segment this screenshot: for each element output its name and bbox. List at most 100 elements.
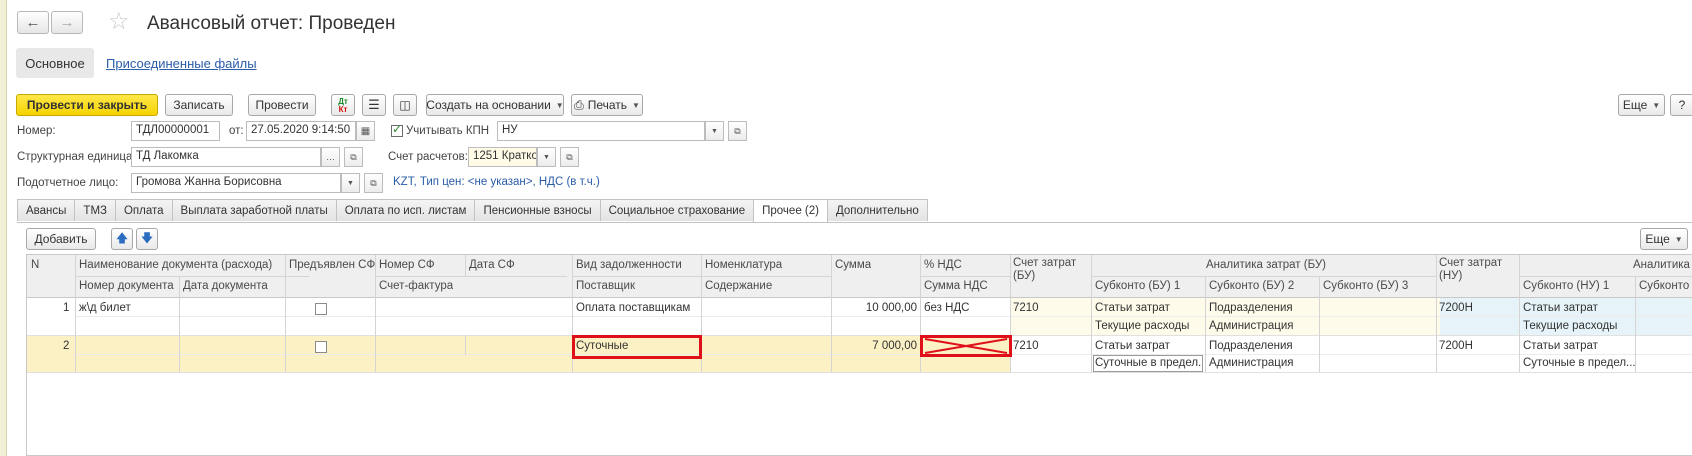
row1-n: 1 — [63, 302, 70, 314]
open-icon: ⧉ — [370, 177, 377, 188]
section-main[interactable]: Основное — [16, 48, 94, 78]
move-up-button[interactable]: 🡅 — [111, 228, 133, 250]
row2-sf-presented-checkbox[interactable] — [315, 341, 327, 353]
col-invoice: Счет-фактура — [379, 280, 454, 292]
col-subkonto-nu2: Субконто — [1639, 280, 1690, 292]
grid-line — [1205, 276, 1206, 372]
number-field[interactable]: ТДЛ00000001 — [131, 121, 220, 141]
section-attached-files-link[interactable]: Присоединенные файлы — [106, 56, 257, 71]
row1-vat-pct[interactable]: без НДС — [924, 302, 969, 314]
caret-down-icon: ▼ — [711, 127, 718, 135]
kpn-dropdown-button[interactable]: ▼ — [705, 121, 724, 141]
favorite-star-icon[interactable]: ☆ — [108, 9, 130, 35]
col-cost-acc-nu-line2: (НУ) — [1439, 270, 1463, 282]
row1-sf-presented-checkbox[interactable] — [315, 303, 327, 315]
page-title: Авансовый отчет: Проведен — [147, 13, 396, 34]
tab-tmz[interactable]: ТМЗ — [74, 199, 116, 221]
row2-sum[interactable]: 7 000,00 — [835, 340, 917, 352]
col-vat-sum: Сумма НДС — [924, 280, 988, 292]
save-button[interactable]: Записать — [165, 94, 233, 116]
grid-line — [1436, 255, 1437, 372]
tab-other[interactable]: Прочее (2) — [753, 199, 828, 222]
kpn-field[interactable]: НУ — [497, 121, 705, 141]
table-more-button[interactable]: Еще ▼ — [1640, 228, 1688, 250]
unit-open-button[interactable]: ⧉ — [344, 147, 363, 167]
tab-pension[interactable]: Пенсионные взносы — [474, 199, 601, 221]
tab-payment[interactable]: Оплата — [114, 199, 173, 221]
row2-subkonto-nu1-value[interactable]: Суточные в предел... — [1523, 357, 1636, 369]
row1-subkonto-bu2-value[interactable]: Администрация — [1209, 320, 1294, 332]
back-button[interactable]: ← — [17, 11, 49, 34]
cross-out-icon — [924, 338, 1008, 354]
person-dropdown-button[interactable]: ▼ — [341, 173, 360, 193]
tab-bar: Авансы ТМЗ Оплата Выплата заработной пла… — [17, 199, 928, 222]
structure-button[interactable]: ◫ — [393, 94, 417, 116]
person-open-button[interactable]: ⧉ — [364, 173, 383, 193]
col-subkonto-nu1: Субконто (НУ) 1 — [1523, 280, 1610, 292]
row1-doc-name[interactable]: ж\д билет — [79, 302, 131, 314]
grid-line — [572, 276, 832, 277]
col-doc-name: Наименование документа (расхода) — [79, 259, 273, 271]
help-button[interactable]: ? — [1670, 94, 1692, 116]
col-content: Содержание — [705, 280, 773, 292]
date-field[interactable]: 27.05.2020 9:14:50 — [246, 121, 356, 141]
grid-line — [465, 335, 466, 355]
list-icon: ☰ — [368, 97, 380, 112]
date-label: от: — [229, 125, 244, 137]
grid-line — [179, 276, 180, 372]
dt-kt-button[interactable]: Дт Кт — [331, 94, 355, 116]
highlight-vat-pct — [920, 335, 1012, 357]
dt-kt-icon: Дт Кт — [338, 96, 348, 114]
grid-line — [375, 255, 376, 372]
print-button[interactable]: ⎙ Печать ▼ — [571, 94, 643, 116]
account-open-button[interactable]: ⧉ — [560, 147, 579, 167]
grid-line — [1319, 276, 1320, 372]
create-based-on-button[interactable]: Создать на основании ▼ — [426, 94, 564, 116]
more-button[interactable]: Еще ▼ — [1618, 94, 1665, 116]
currency-info-link[interactable]: KZT, Тип цен: <не указан>, НДС (в т.ч.) — [393, 176, 600, 188]
tab-additional[interactable]: Дополнительно — [826, 199, 928, 221]
open-icon: ⧉ — [734, 125, 741, 136]
row2-subkonto-bu1-value[interactable]: Суточные в предел... — [1095, 357, 1201, 369]
person-field[interactable]: Громова Жанна Борисовна — [131, 173, 341, 193]
forward-button[interactable]: → — [51, 11, 83, 34]
row1-subkonto-bu1: Статьи затрат — [1095, 302, 1170, 314]
grid-line — [831, 255, 832, 372]
grid-line — [27, 372, 1692, 373]
kpn-open-button[interactable]: ⧉ — [728, 121, 747, 141]
row1-cost-acc-nu[interactable]: 7200Н — [1439, 302, 1473, 314]
unit-select-button[interactable]: … — [321, 147, 340, 167]
row1-debt-type[interactable]: Оплата поставщикам — [576, 302, 690, 314]
tab-social[interactable]: Социальное страхование — [599, 199, 755, 221]
grid-line — [285, 255, 286, 372]
tab-advances[interactable]: Авансы — [17, 199, 76, 221]
account-field[interactable]: 1251 Краткосрочная — [468, 147, 537, 167]
person-label: Подотчетное лицо: — [17, 177, 119, 189]
post-button[interactable]: Провести — [248, 94, 316, 116]
post-and-close-button[interactable]: Провести и закрыть — [16, 94, 158, 116]
tab-salary[interactable]: Выплата заработной платы — [171, 199, 337, 221]
journal-button[interactable]: ☰ — [362, 94, 386, 116]
account-dropdown-button[interactable]: ▼ — [537, 147, 556, 167]
row1-cost-acc-bu[interactable]: 7210 — [1013, 302, 1039, 314]
row2-subkonto-bu2-value[interactable]: Администрация — [1209, 357, 1294, 369]
grid-line — [1091, 255, 1092, 372]
unit-field[interactable]: ТД Лакомка — [131, 147, 321, 167]
caret-down-icon: ▼ — [347, 179, 354, 187]
row1-subkonto-nu1-value[interactable]: Текущие расходы — [1523, 320, 1617, 332]
account-label: Счет расчетов: — [388, 151, 468, 163]
col-nomenclature: Номенклатура — [705, 259, 783, 271]
col-cost-acc-bu-line2: (БУ) — [1013, 270, 1036, 282]
row1-sum[interactable]: 10 000,00 — [835, 302, 917, 314]
structure-icon: ◫ — [399, 98, 411, 112]
move-down-button[interactable]: 🡇 — [136, 228, 158, 250]
row1-subkonto-bu1-value[interactable]: Текущие расходы — [1095, 320, 1189, 332]
other-expenses-table[interactable]: N Наименование документа (расхода) Номер… — [26, 254, 1692, 456]
add-row-button[interactable]: Добавить — [26, 228, 96, 250]
row2-cost-acc-bu[interactable]: 7210 — [1013, 340, 1039, 352]
unit-label: Структурная единица: — [17, 151, 136, 163]
tab-writs[interactable]: Оплата по исп. листам — [335, 199, 476, 221]
calendar-button[interactable]: ▦ — [356, 121, 375, 141]
row2-cost-acc-nu[interactable]: 7200Н — [1439, 340, 1473, 352]
kpn-checkbox[interactable]: ✓ — [391, 122, 403, 137]
